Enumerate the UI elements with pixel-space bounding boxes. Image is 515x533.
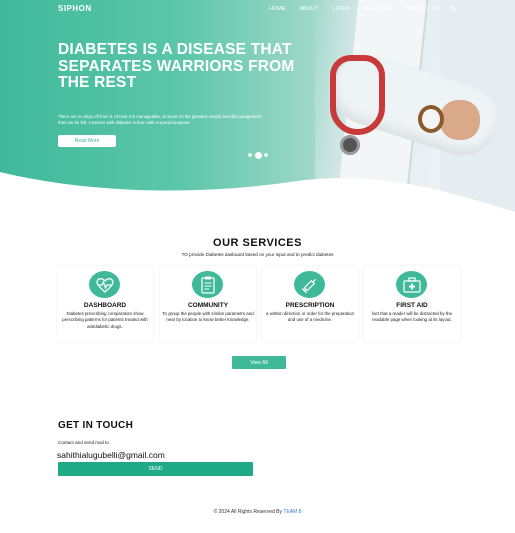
card-title: COMMUNITY <box>187 302 229 309</box>
nav-contact-us[interactable]: CONTACT US <box>404 6 439 12</box>
nav-about[interactable]: ABOUT <box>299 6 318 12</box>
clipboard-icon <box>192 271 223 298</box>
footer: © 2024 All Rights Reserved By TEAM 8 <box>0 509 515 515</box>
watch-icon <box>418 105 444 133</box>
syringe-icon <box>294 271 325 298</box>
contact-title: GET IN TOUCH <box>58 420 134 431</box>
hero-wave <box>0 172 515 215</box>
doctor-hand <box>440 100 480 140</box>
service-card-community[interactable]: COMMUNITY To group the people with simil… <box>160 266 256 342</box>
heart-pulse-icon <box>89 271 120 298</box>
navbar: SIPHON HOME ABOUT LOGIN REGISTER CONTACT… <box>0 0 515 20</box>
services-title: OUR SERVICES <box>213 237 302 249</box>
view-all-button[interactable]: View All <box>232 356 286 369</box>
nav-home[interactable]: HOME <box>269 6 286 12</box>
card-description: To group the people with similar paramet… <box>162 311 254 323</box>
search-icon[interactable] <box>450 6 456 12</box>
send-button[interactable]: SEND <box>58 462 253 476</box>
nav-login[interactable]: LOGIN <box>333 6 350 12</box>
card-description: a written direction or order for the pre… <box>265 311 355 323</box>
first-aid-kit-icon <box>396 271 427 298</box>
footer-text: © 2024 All Rights Reserved By <box>213 509 283 515</box>
slider-dot[interactable] <box>248 153 252 157</box>
footer-team-link[interactable]: TEAM 8 <box>283 509 301 515</box>
card-title: DASHBOARD <box>83 302 127 309</box>
nav-register[interactable]: REGISTER <box>364 6 392 12</box>
service-card-dashboard[interactable]: DASHBOARD Diabetes prescribing comparato… <box>57 266 153 342</box>
hero-title: DIABETES IS A DISEASE THAT SEPARATES WAR… <box>58 41 295 91</box>
card-title: FIRST AID <box>396 302 428 309</box>
brand-logo[interactable]: SIPHON <box>58 4 92 13</box>
stethoscope-icon <box>330 55 385 135</box>
slider-dot-active[interactable] <box>255 151 262 159</box>
service-card-first-aid[interactable]: FIRST AID fact that a reader will be dis… <box>364 266 460 342</box>
services-subtitle: TO provide Diabetes dasboard based on yo… <box>181 252 334 257</box>
hero-description: There are no days off from it. At best i… <box>58 114 262 125</box>
card-description: fact that a reader will be distracted by… <box>371 311 453 323</box>
contact-subtitle: Contact and send mail to <box>58 440 109 445</box>
card-description: Diabetes prescribing comparators show pr… <box>62 311 148 329</box>
service-card-prescription[interactable]: PRESCRIPTION a written direction or orde… <box>262 266 358 342</box>
slider-dot[interactable] <box>264 153 268 157</box>
email-field[interactable] <box>57 449 253 461</box>
hero-section: DIABETES IS A DISEASE THAT SEPARATES WAR… <box>0 0 515 215</box>
read-more-button[interactable]: Read More <box>58 135 116 147</box>
card-title: PRESCRIPTION <box>285 302 335 309</box>
